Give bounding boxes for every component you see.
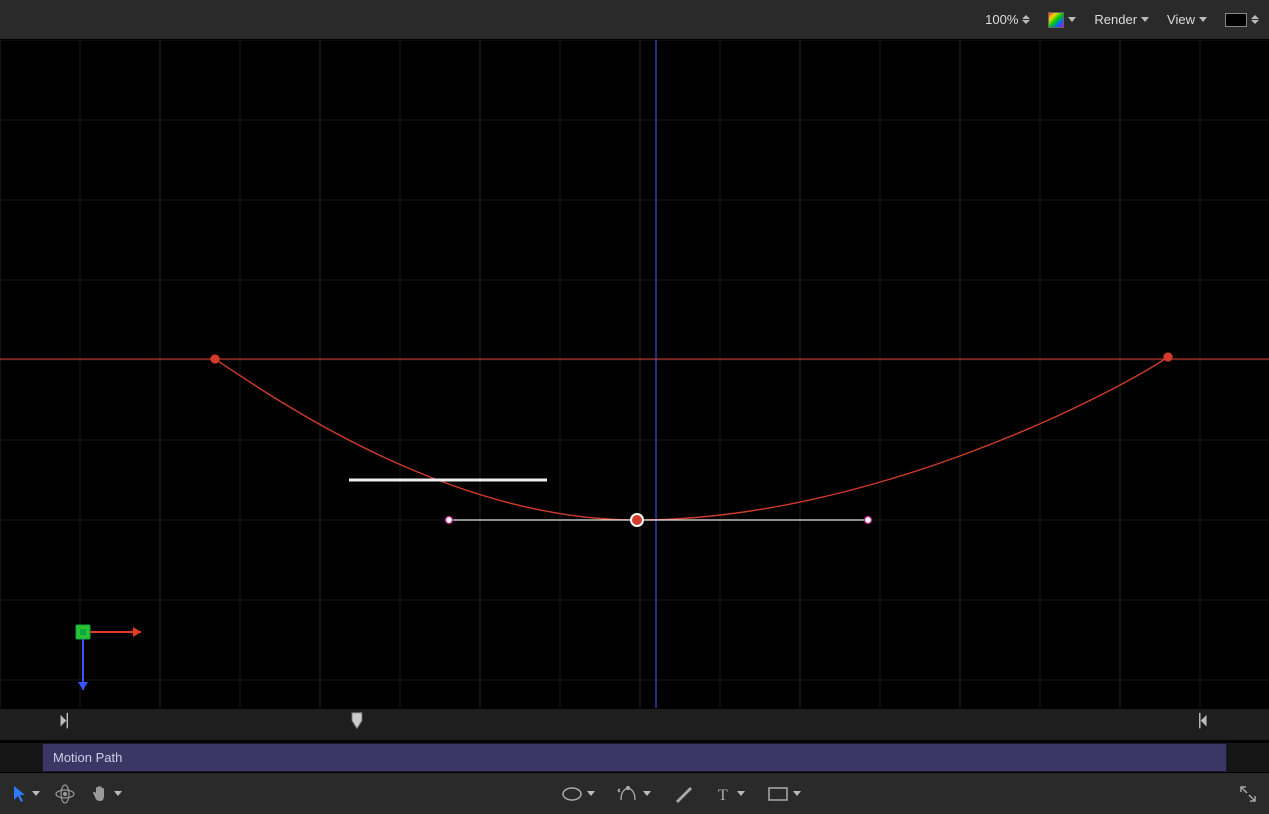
zoom-value: 100% xyxy=(985,12,1018,27)
canvas-swatch-icon xyxy=(1225,13,1247,27)
view-label: View xyxy=(1167,12,1195,27)
chevron-down-icon xyxy=(32,791,40,796)
select-tool[interactable] xyxy=(12,785,40,803)
chevron-down-icon xyxy=(793,791,801,796)
center-tools: T xyxy=(122,784,1239,804)
render-menu[interactable]: Render xyxy=(1094,12,1149,27)
track-row: Motion Path xyxy=(0,742,1269,772)
keyframe-right[interactable] xyxy=(1164,353,1172,361)
keyframe-left[interactable] xyxy=(211,355,219,363)
top-toolbar: 100% Render View xyxy=(0,0,1269,40)
rectangle-mask-tool[interactable] xyxy=(767,786,801,802)
pen-tool[interactable] xyxy=(617,784,651,804)
chevron-down-icon xyxy=(114,791,122,796)
grid xyxy=(0,40,1269,708)
chevron-down-icon xyxy=(643,791,651,796)
chevron-down-icon xyxy=(1199,17,1207,22)
fullscreen-toggle[interactable] xyxy=(1239,785,1257,803)
background-color-menu[interactable] xyxy=(1225,13,1259,27)
zoom-selector[interactable]: 100% xyxy=(985,12,1030,27)
stepper-icon xyxy=(1251,15,1259,24)
bezier-handle-left[interactable] xyxy=(446,517,453,524)
keyframe-mid-selected[interactable] xyxy=(631,514,643,526)
text-tool[interactable]: T xyxy=(715,785,745,803)
chevron-down-icon xyxy=(587,791,595,796)
chevron-down-icon xyxy=(1068,17,1076,22)
canvas-viewer[interactable] xyxy=(0,40,1269,708)
clip-label: Motion Path xyxy=(53,750,122,765)
chevron-down-icon xyxy=(1141,17,1149,22)
motion-path-clip[interactable]: Motion Path xyxy=(42,743,1227,772)
app-root: { "topbar": { "zoom": "100%", "render_la… xyxy=(0,0,1269,814)
ruler-svg xyxy=(0,709,1269,740)
paint-stroke-tool[interactable] xyxy=(673,784,693,804)
motion-path-curve[interactable] xyxy=(215,357,1168,520)
shape-mask-tool[interactable] xyxy=(561,786,595,802)
pan-tool[interactable] xyxy=(90,784,122,804)
color-wheel-icon xyxy=(1048,12,1064,28)
bottom-toolbar: T xyxy=(0,772,1269,814)
canvas-svg xyxy=(0,40,1269,708)
svg-text:T: T xyxy=(718,787,728,803)
bezier-handle-right[interactable] xyxy=(865,517,872,524)
left-tools xyxy=(12,784,122,804)
3d-transform-tool[interactable] xyxy=(54,784,76,804)
stepper-icon xyxy=(1022,15,1030,24)
chevron-down-icon xyxy=(737,791,745,796)
right-tools xyxy=(1239,785,1257,803)
render-label: Render xyxy=(1094,12,1137,27)
view-menu[interactable]: View xyxy=(1167,12,1207,27)
color-channel-menu[interactable] xyxy=(1048,12,1076,28)
mini-timeline[interactable] xyxy=(0,708,1269,740)
